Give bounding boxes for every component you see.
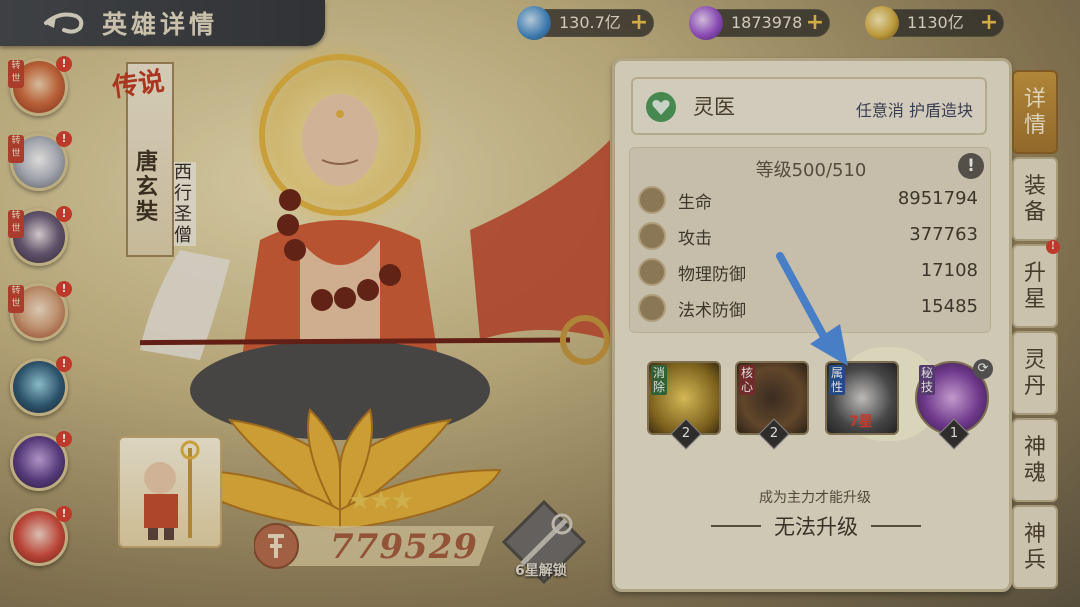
skill-secret[interactable]: 秘技 ⟳ 1 [915, 359, 993, 450]
alert-badge: ! [56, 131, 72, 147]
level-text: 等级500/510 [755, 160, 867, 181]
hp-icon [638, 186, 666, 214]
tab-details[interactable]: 详情 [1012, 70, 1058, 154]
hero-sprite-card[interactable] [118, 436, 222, 548]
hero-list-item[interactable]: ! [10, 431, 74, 497]
stat-label: 攻击 [678, 229, 712, 249]
upgrade-hint: 成为主力才能升级 [759, 490, 871, 506]
alert-badge: ! [56, 206, 72, 222]
hero-list-item[interactable]: 转世 ! [8, 56, 74, 122]
skill-level-badge: 2 [758, 418, 790, 450]
refresh-icon[interactable]: ⟳ [973, 359, 993, 379]
alert-badge: ! [1046, 240, 1060, 254]
alert-badge: ! [56, 506, 72, 522]
tab-star-up[interactable]: ! 升星 [1012, 240, 1060, 328]
tab-label: 装备 [1024, 174, 1047, 225]
hero-name: 唐玄奘 [136, 149, 159, 225]
stat-row-hp: 生命 8951794 [638, 184, 984, 216]
tab-label: 灵丹 [1024, 348, 1047, 399]
heart-icon [646, 92, 676, 122]
add-coin-button[interactable]: + [978, 12, 1000, 34]
gem-icon [689, 6, 723, 40]
magic-shield-icon [638, 294, 666, 322]
stat-value: 8951794 [897, 188, 978, 209]
role-tags: 任意消 护盾造块 [855, 101, 973, 120]
rarity-label: 传说 [110, 66, 167, 104]
hero-list: 转世 ! 转世 ! 转世 ! 转世 ! ! ! ! [8, 56, 82, 583]
tab-equipment[interactable]: 装备 [1012, 157, 1058, 241]
stat-value: 15485 [920, 296, 978, 317]
hero-title: 西行圣僧 [174, 162, 196, 246]
alert-badge: ! [56, 431, 72, 447]
page-title: 英雄详情 [102, 10, 219, 39]
role-box: 灵医 任意消 护盾造块 [631, 77, 987, 135]
attack-icon [638, 222, 666, 250]
stat-value: 17108 [920, 260, 978, 281]
hero-list-item[interactable]: 转世 ! [8, 206, 74, 272]
tab-label: 神魂 [1024, 435, 1047, 486]
silver-resource: 130.7亿 + [517, 6, 654, 40]
silver-value: 130.7亿 [559, 13, 621, 32]
gem-resource: 1873978 + [689, 6, 830, 40]
stat-label: 生命 [678, 193, 712, 213]
stat-label: 物理防御 [678, 265, 746, 285]
coin-icon [865, 6, 899, 40]
divider [871, 525, 921, 527]
hero-list-item[interactable]: 转世 ! [8, 281, 74, 347]
skill-level-badge: 1 [938, 418, 970, 450]
skill-tag: 秘技 [919, 365, 935, 395]
alert-badge: ! [56, 356, 72, 372]
skill-star-level: 7星 [849, 414, 873, 430]
tab-elixir[interactable]: 灵丹 [1012, 331, 1058, 415]
hero-list-item[interactable]: ! [10, 506, 74, 572]
add-silver-button[interactable]: + [628, 12, 650, 34]
unlock-label: 6星解锁 [515, 563, 567, 579]
tab-divine-weapon[interactable]: 神兵 [1012, 505, 1058, 589]
alert-badge: ! [56, 56, 72, 72]
alert-badge: ! [56, 281, 72, 297]
gem-value: 1873978 [731, 13, 803, 32]
hero-tag: 转世 [8, 135, 24, 163]
coin-value: 1130亿 [907, 13, 964, 32]
add-gem-button[interactable]: + [804, 12, 826, 34]
side-tabs: 详情 装备 ! 升星 灵丹 神魂 神兵 [1012, 70, 1060, 592]
tab-soul[interactable]: 神魂 [1012, 418, 1058, 502]
skill-tag: 消除 [651, 365, 667, 395]
role-name: 灵医 [693, 95, 735, 119]
silver-icon [517, 6, 551, 40]
pointer-arrow-icon [776, 252, 848, 366]
info-icon[interactable]: ! [958, 153, 984, 179]
tab-label: 详情 [1024, 87, 1047, 138]
hero-tag: 转世 [8, 285, 24, 313]
stat-label: 法术防御 [678, 301, 746, 321]
tab-label: 升星 [1024, 261, 1047, 312]
tab-label: 神兵 [1024, 522, 1047, 573]
power-value: 779529 [330, 527, 478, 567]
hero-tag: 转世 [8, 60, 24, 88]
stat-value: 377763 [909, 224, 978, 245]
hero-tag: 转世 [8, 210, 24, 238]
skill-tag: 核心 [739, 365, 755, 395]
hero-list-item[interactable]: ! [10, 356, 74, 422]
skill-eliminate[interactable]: 消除 2 [647, 361, 721, 450]
star-rating: ★★★ [348, 486, 414, 516]
skill-level-badge: 2 [670, 418, 702, 450]
hero-sprite-icon [144, 440, 200, 540]
hero-list-item[interactable]: 转世 ! [8, 131, 74, 197]
shield-icon [638, 258, 666, 286]
back-icon[interactable] [40, 8, 88, 38]
coin-resource: 1130亿 + [865, 6, 1004, 40]
